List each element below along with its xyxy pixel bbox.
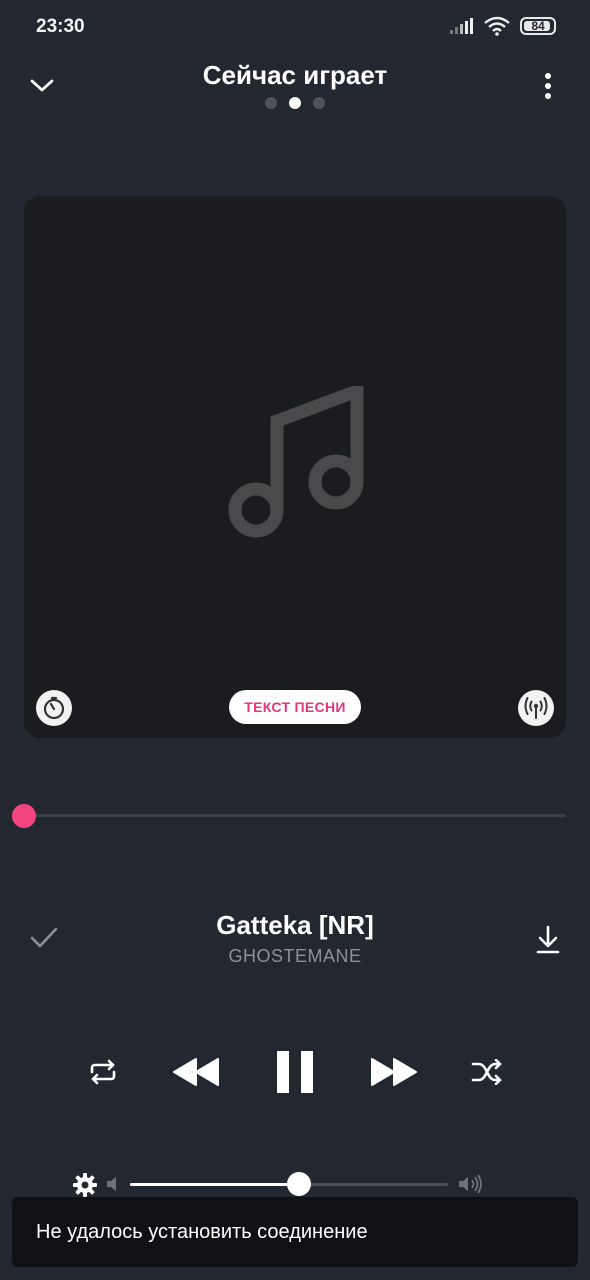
music-note-icon [228,386,364,538]
repeat-button[interactable] [82,1046,124,1098]
broadcast-button[interactable] [518,690,554,726]
battery-icon: 84 [520,17,556,35]
snackbar-message: Не удалось установить соединение [36,1220,368,1243]
equalizer-settings-button[interactable] [70,1170,100,1200]
fast-forward-button[interactable] [368,1046,420,1098]
shuffle-icon [471,1059,502,1085]
pause-icon [277,1051,313,1093]
volume-low-icon [107,1177,116,1191]
error-snackbar: Не удалось установить соединение [12,1197,578,1267]
rewind-button[interactable] [170,1046,222,1098]
status-time: 23:30 [36,16,85,37]
page-dot-active[interactable] [289,97,301,109]
timer-icon [43,696,65,720]
track-title: Gatteka [NR] [216,910,374,940]
volume-thumb[interactable] [286,1172,311,1196]
download-button[interactable] [530,922,566,958]
volume-high-icon [459,1174,482,1194]
rewind-icon [173,1058,219,1086]
volume-fill [130,1183,299,1186]
page-dot[interactable] [313,97,325,109]
status-icons: 84 [450,16,556,36]
progress-thumb[interactable] [12,804,36,828]
repeat-icon [90,1059,116,1085]
wifi-icon [484,16,510,36]
broadcast-icon [524,697,548,719]
page-title: Сейчас играет [202,60,388,90]
progress-track[interactable] [24,814,566,817]
pause-button[interactable] [270,1046,320,1098]
sleep-timer-button[interactable] [36,690,72,726]
gear-icon [73,1173,97,1197]
album-artwork: ТЕКСТ ПЕСНИ [24,196,566,738]
lyrics-button[interactable]: ТЕКСТ ПЕСНИ [229,690,361,724]
more-vertical-icon [545,73,551,99]
fast-forward-icon [371,1058,417,1086]
page-indicator [0,97,590,109]
more-options-button[interactable] [528,66,568,106]
signal-icon [450,18,473,34]
track-artist[interactable]: GHOSTEMANE [0,946,590,967]
shuffle-button[interactable] [466,1046,508,1098]
battery-level: 84 [531,19,545,33]
download-icon [536,925,560,954]
page-dot[interactable] [265,97,277,109]
